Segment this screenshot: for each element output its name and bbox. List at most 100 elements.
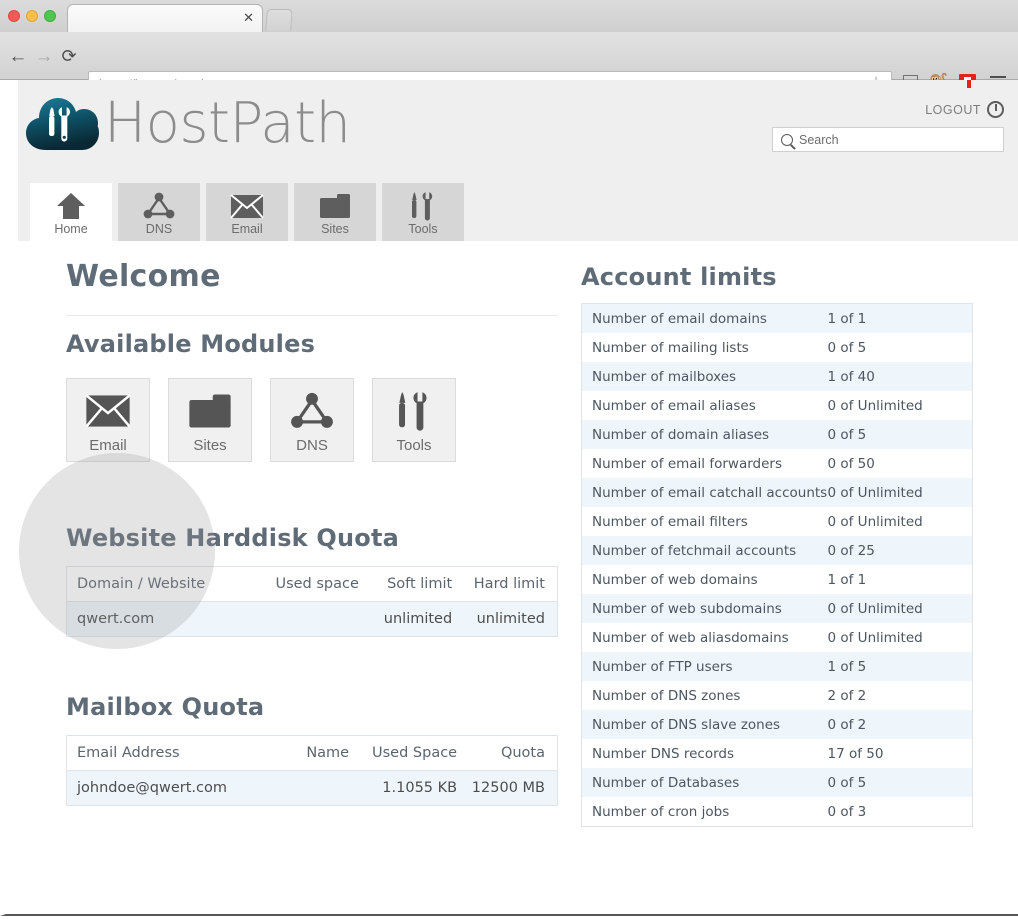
module-tiles: Email Sites DNS Tools (66, 378, 558, 462)
search-box[interactable] (772, 127, 1004, 152)
close-icon[interactable]: ✕ (243, 10, 254, 26)
tab-dns[interactable]: DNS (118, 183, 200, 241)
table-cell: qwert.com (66, 601, 258, 637)
column-header: Quota (469, 735, 558, 771)
table-row: Number of mailing lists 0 of 5 (581, 333, 973, 362)
table-row: Number of FTP users 1 of 5 (581, 652, 973, 681)
table-row: Number of domain aliases 0 of 5 (581, 420, 973, 449)
account-limit-label: Number of domain aliases (581, 420, 828, 449)
right-column: Account limits Number of email domains 1 … (581, 241, 973, 827)
table-row: Number of fetchmail accounts 0 of 25 (581, 536, 973, 565)
account-limit-value: 0 of 5 (827, 420, 973, 449)
module-tile-dns-label: DNS (296, 437, 328, 454)
tools-icon (373, 389, 455, 433)
account-limit-label: Number of web aliasdomains (581, 623, 828, 652)
cloud-tools-logo-icon (24, 94, 100, 154)
column-header: Domain / Website (66, 566, 258, 602)
account-limit-label: Number of web subdomains (581, 594, 828, 623)
mailbox-quota-table: Email Address Name Used Space Quota john… (66, 735, 558, 806)
account-limit-value: 1 of 1 (827, 303, 973, 333)
window-minimize-button[interactable] (26, 10, 38, 22)
website-quota-table: Domain / Website Used space Soft limit H… (66, 566, 558, 637)
divider (66, 315, 558, 316)
account-limit-label: Number of web domains (581, 565, 828, 594)
forward-button[interactable]: → (32, 44, 56, 68)
tab-home-label: Home (54, 222, 88, 236)
power-icon (987, 101, 1004, 118)
module-tile-email[interactable]: Email (66, 378, 150, 462)
folder-icon (294, 190, 376, 222)
module-tile-sites-label: Sites (193, 437, 227, 454)
table-row: Number of Databases 0 of 5 (581, 768, 973, 797)
account-limit-value: 0 of 3 (827, 797, 973, 827)
browser-tab-strip: ✕ (0, 0, 1018, 32)
table-cell: unlimited (370, 601, 465, 637)
folder-icon (169, 389, 251, 433)
envelope-icon (206, 190, 288, 222)
left-column: Welcome Available Modules Email Sites DN… (66, 241, 558, 806)
account-limit-label: Number of cron jobs (581, 797, 828, 827)
account-limit-value: 17 of 50 (827, 739, 973, 768)
page-title: Welcome (66, 259, 221, 294)
account-limit-value: 0 of Unlimited (827, 391, 973, 420)
module-tile-dns[interactable]: DNS (270, 378, 354, 462)
search-input[interactable] (799, 132, 979, 147)
account-limit-value: 0 of 50 (827, 449, 973, 478)
brand-logo[interactable]: HostPath (24, 94, 351, 154)
table-header-row: Email Address Name Used Space Quota (66, 735, 558, 771)
table-cell (257, 601, 371, 637)
web-page-viewport: HostPath LOGOUT Home (0, 80, 1018, 916)
account-limit-label: Number of email aliases (581, 391, 828, 420)
account-limit-value: 1 of 5 (827, 652, 973, 681)
new-tab-button[interactable] (265, 9, 293, 31)
column-header: Used space (257, 566, 371, 602)
brand-name: HostPath (104, 91, 351, 156)
column-header: Soft limit (370, 566, 465, 602)
website-quota-title: Website Harddisk Quota (66, 524, 400, 552)
back-button[interactable]: ← (6, 44, 30, 68)
mailbox-quota-title: Mailbox Quota (66, 693, 265, 721)
table-row: Number of email filters 0 of Unlimited (581, 507, 973, 536)
module-tile-tools-label: Tools (396, 437, 432, 454)
account-limit-value: 0 of 5 (827, 333, 973, 362)
account-limit-value: 0 of Unlimited (827, 594, 973, 623)
tab-sites-label: Sites (321, 222, 349, 236)
column-header: Hard limit (464, 566, 558, 602)
search-icon (781, 133, 793, 146)
table-header-row: Domain / Website Used space Soft limit H… (66, 566, 558, 602)
account-limit-value: 0 of 25 (827, 536, 973, 565)
logout-label: LOGOUT (925, 102, 981, 117)
dns-network-icon (271, 389, 353, 433)
account-limit-value: 0 of 5 (827, 768, 973, 797)
tab-home[interactable]: Home (30, 183, 112, 241)
table-row: Number of email aliases 0 of Unlimited (581, 391, 973, 420)
tab-tools[interactable]: Tools (382, 183, 464, 241)
table-cell (272, 770, 362, 806)
account-limit-label: Number of email forwarders (581, 449, 828, 478)
table-row: Number of email catchall accounts 0 of Un… (581, 478, 973, 507)
account-limit-value: 2 of 2 (827, 681, 973, 710)
tab-sites[interactable]: Sites (294, 183, 376, 241)
window-maximize-button[interactable] (44, 10, 56, 22)
table-row: Number of email forwarders 0 of 50 (581, 449, 973, 478)
window-close-button[interactable] (8, 10, 20, 22)
account-limit-label: Number of FTP users (581, 652, 828, 681)
account-limit-value: 0 of 2 (827, 710, 973, 739)
browser-tab-active[interactable]: ✕ (67, 4, 263, 32)
reload-button[interactable]: ⟳ (57, 44, 81, 68)
table-row: qwert.com unlimited unlimited (66, 601, 558, 637)
tab-tools-label: Tools (408, 222, 438, 236)
table-row: johndoe@qwert.com 1.1055 KB 12500 MB (66, 770, 558, 806)
logout-button[interactable]: LOGOUT (925, 101, 1004, 118)
table-row: Number of cron jobs 0 of 3 (581, 797, 973, 827)
window-traffic-lights (8, 10, 56, 22)
table-row: Number of web aliasdomains 0 of Unlimited (581, 623, 973, 652)
module-tile-tools[interactable]: Tools (372, 378, 456, 462)
account-limit-value: 0 of Unlimited (827, 478, 973, 507)
tab-email[interactable]: Email (206, 183, 288, 241)
module-tile-sites[interactable]: Sites (168, 378, 252, 462)
account-limit-label: Number of email domains (581, 303, 828, 333)
account-limit-value: 1 of 40 (827, 362, 973, 391)
table-row: Number of email domains 1 of 1 (581, 303, 973, 333)
account-limit-value: 1 of 1 (827, 565, 973, 594)
